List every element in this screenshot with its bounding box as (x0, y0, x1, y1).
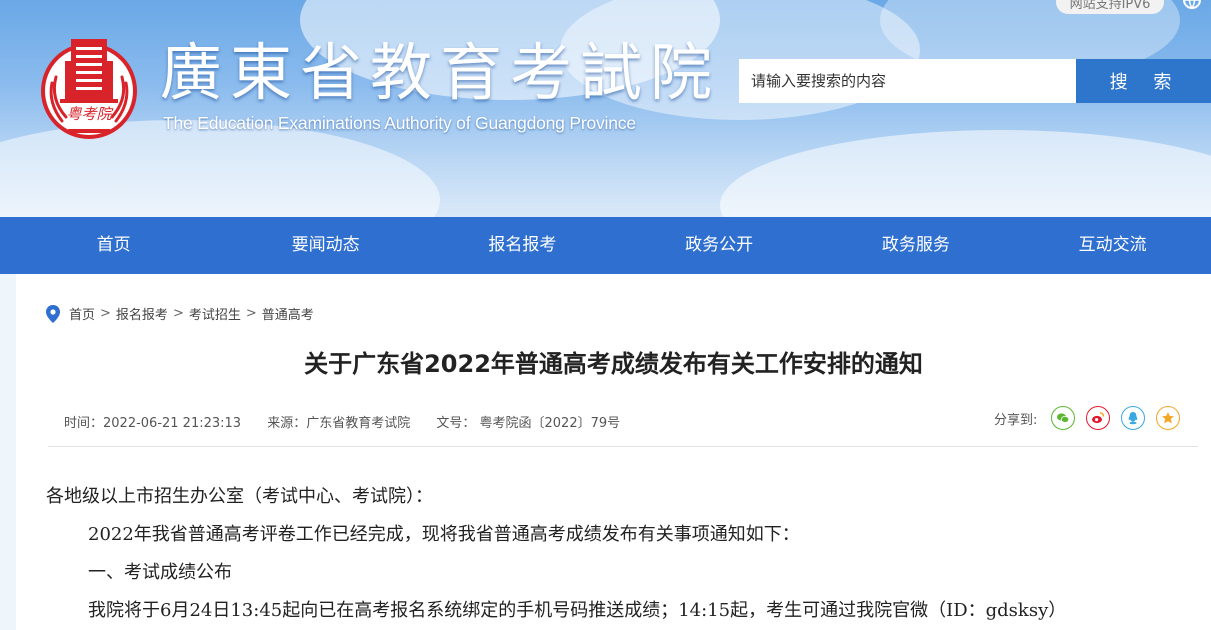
breadcrumb-separator: > (100, 306, 111, 321)
nav-item-home[interactable]: 首页 (0, 217, 227, 274)
article-meta: 时间：2022-06-21 21:23:13 来源：广东省教育考试院 文号： 粤… (64, 412, 642, 431)
weibo-icon[interactable] (1086, 406, 1111, 430)
qzone-icon[interactable] (1156, 406, 1181, 430)
section-heading: 一、考试成绩公布 (88, 562, 232, 583)
article-body: 各地级以上市招生办公室（考试中心、考试院）： 2022年我省普通高考评卷工作已经… (46, 478, 1186, 630)
article-container: 首页 > 报名报考 > 考试招生 > 普通高考 关于广东省2022年普通高考成绩… (16, 274, 1211, 630)
paragraph-salutation: 各地级以上市招生办公室（考试中心、考试院）： (46, 486, 433, 507)
paragraph-intro: 2022年我省普通高考评卷工作已经完成，现将我省普通高考成绩发布有关事项通知如下… (88, 524, 800, 545)
paragraph-score-release: 我院将于6月24日13:45起向已在高考报名系统绑定的手机号码推送成绩；14:1… (88, 600, 1067, 621)
share-label: 分享到: (994, 412, 1038, 428)
meta-divider (48, 446, 1198, 447)
qq-icon[interactable] (1121, 406, 1146, 430)
nav-item-gov-services[interactable]: 政务服务 (818, 217, 1015, 274)
breadcrumb-registration[interactable]: 报名报考 (116, 304, 168, 323)
search-button[interactable]: 搜 索 (1076, 59, 1211, 103)
breadcrumb-home[interactable]: 首页 (69, 304, 95, 323)
header-banner: 粤考院 廣東省教育考試院 The Education Examinations … (0, 0, 1211, 217)
breadcrumb-separator: > (172, 306, 184, 321)
publish-time: 时间：2022-06-21 21:23:13 (64, 416, 242, 431)
nav-item-gov-affairs[interactable]: 政务公开 (621, 217, 818, 274)
breadcrumb: 首页 > 报名报考 > 考试招生 > 普通高考 (46, 304, 314, 323)
logo-text: 粤考院 (66, 105, 113, 123)
document-number: 文号： 粤考院函〔2022〕79号 (436, 416, 621, 431)
breadcrumb-gaokao[interactable]: 普通高考 (262, 304, 314, 323)
nav-item-news[interactable]: 要闻动态 (227, 217, 424, 274)
site-subtitle: The Education Examinations Authority of … (163, 113, 636, 133)
main-nav: 首页 要闻动态 报名报考 政务公开 政务服务 互动交流 (0, 217, 1211, 274)
nav-item-registration[interactable]: 报名报考 (424, 217, 621, 274)
share-bar: 分享到: (994, 406, 1191, 430)
cloud-decoration (720, 130, 1211, 217)
article-title: 关于广东省2022年普通高考成绩发布有关工作安排的通知 (304, 350, 923, 378)
globe-icon[interactable] (1180, 0, 1204, 14)
search-input[interactable] (739, 59, 1076, 103)
breadcrumb-separator: > (245, 306, 257, 321)
ipv6-badge: 网站支持IPV6 (1056, 0, 1164, 14)
site-title[interactable]: 廣東省教育考試院 (160, 38, 720, 108)
location-pin-icon (46, 304, 60, 323)
article-source: 来源：广东省教育考试院 (267, 416, 411, 431)
nav-item-interaction[interactable]: 互动交流 (1014, 217, 1211, 274)
site-logo[interactable]: 粤考院 (38, 33, 140, 141)
breadcrumb-exam-admission[interactable]: 考试招生 (189, 304, 241, 323)
wechat-icon[interactable] (1051, 406, 1076, 430)
